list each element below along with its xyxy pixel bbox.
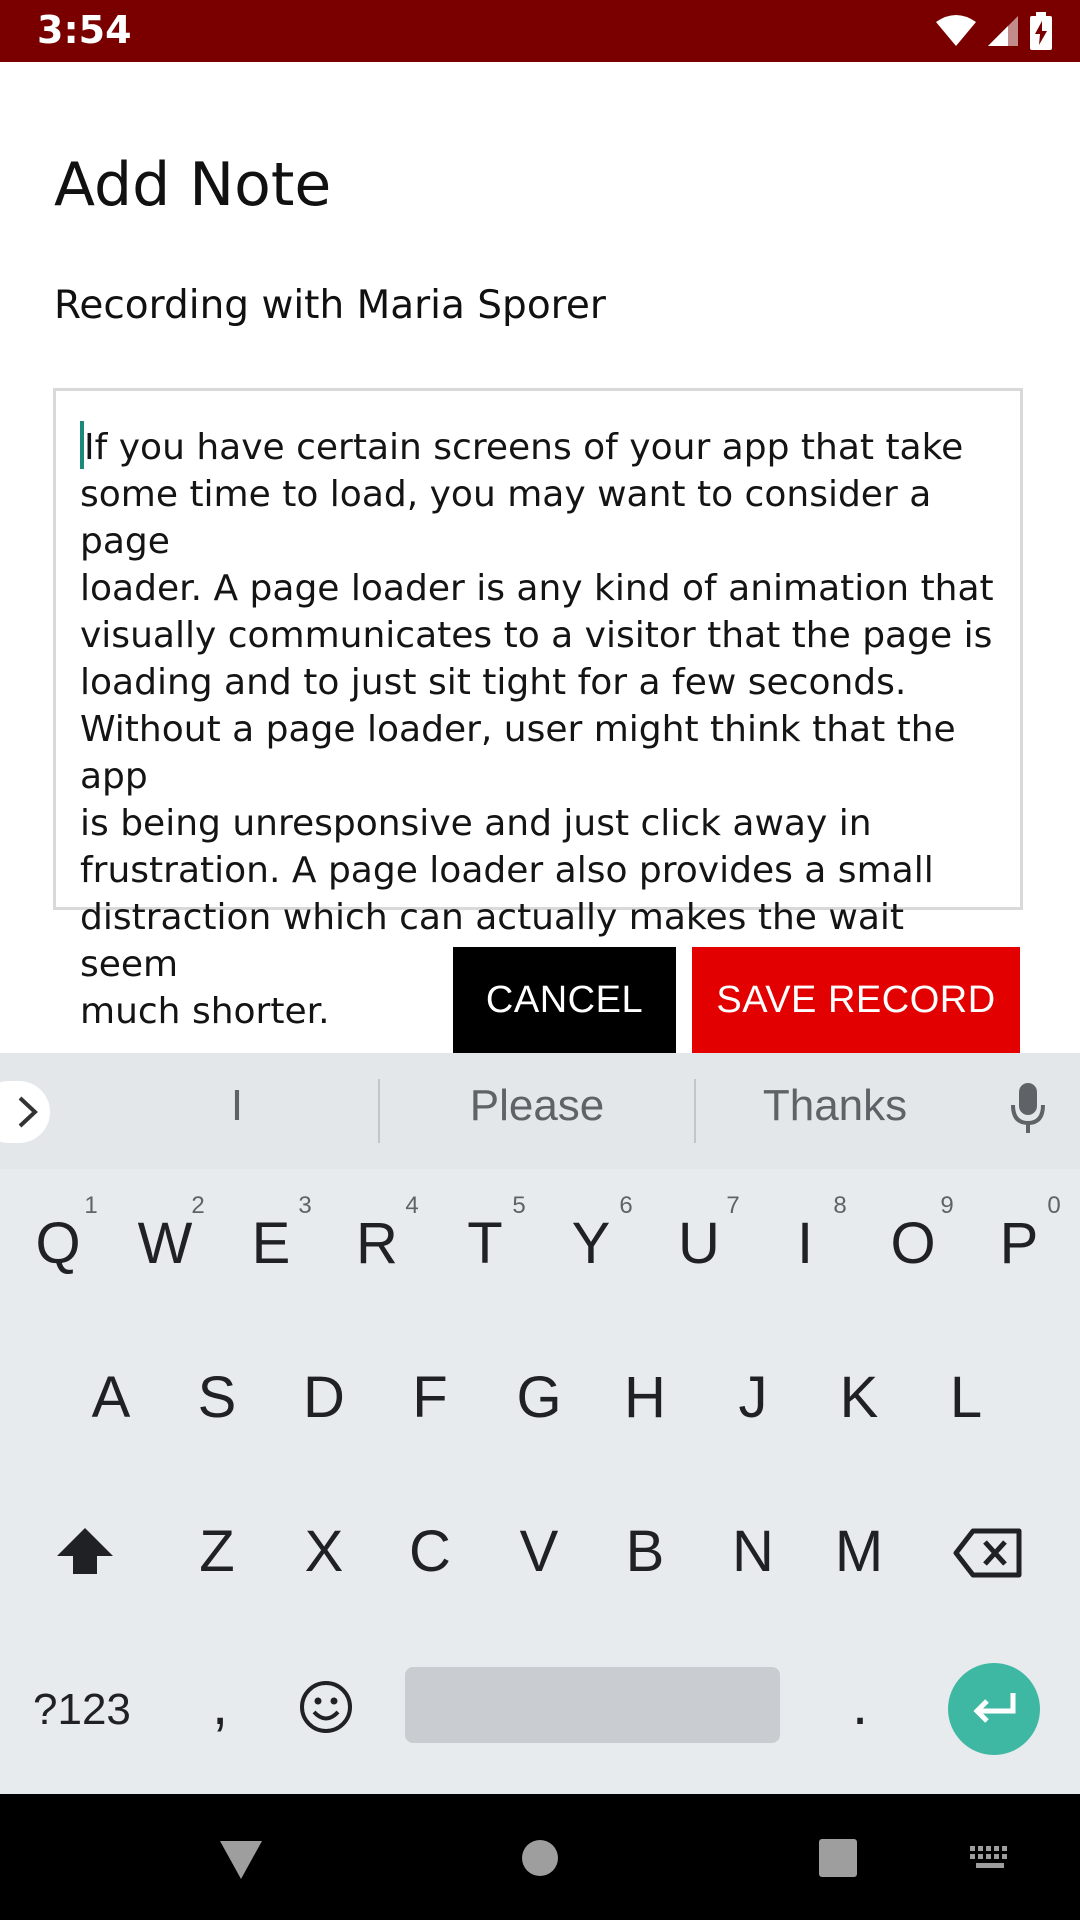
key-m[interactable]: M [814, 1518, 904, 1585]
key-comma[interactable]: , [175, 1671, 265, 1738]
key-t[interactable]: T [440, 1210, 530, 1277]
hint-0: 0 [1047, 1192, 1061, 1219]
key-b[interactable]: B [600, 1518, 690, 1585]
key-f[interactable]: F [385, 1364, 475, 1431]
note-textarea[interactable]: If you have certain screens of your app … [53, 388, 1023, 1032]
back-icon[interactable] [218, 1839, 264, 1881]
suggestion-divider [378, 1079, 380, 1143]
note-text[interactable]: If you have certain screens of your app … [80, 421, 1010, 1035]
status-bar: 3:54 [0, 0, 1080, 62]
microphone-icon[interactable] [1010, 1083, 1046, 1140]
suggestion-2[interactable]: Please [437, 1081, 637, 1131]
keyboard-switch-icon[interactable] [968, 1844, 1012, 1872]
key-s[interactable]: S [172, 1364, 262, 1431]
key-q[interactable]: Q [13, 1210, 103, 1277]
key-p[interactable]: P [974, 1210, 1064, 1277]
chevron-right-icon [18, 1096, 38, 1128]
key-o[interactable]: O [868, 1210, 958, 1277]
key-w[interactable]: W [120, 1210, 210, 1277]
hint-1: 1 [84, 1192, 98, 1219]
hint-8: 8 [833, 1192, 847, 1219]
shift-key[interactable] [40, 1523, 130, 1590]
key-l[interactable]: L [921, 1364, 1011, 1431]
dialog-title: Add Note [54, 150, 332, 220]
key-a[interactable]: A [66, 1364, 156, 1431]
key-y[interactable]: Y [546, 1210, 636, 1277]
key-i[interactable]: I [760, 1210, 850, 1277]
hint-5: 5 [512, 1192, 526, 1219]
hint-2: 2 [191, 1192, 205, 1219]
key-r[interactable]: R [332, 1210, 422, 1277]
hint-6: 6 [619, 1192, 633, 1219]
battery-icon [1030, 12, 1052, 50]
emoji-icon [300, 1681, 352, 1733]
shift-icon [57, 1528, 113, 1574]
suggestion-divider [694, 1079, 696, 1143]
recents-icon[interactable] [818, 1838, 858, 1878]
backspace-key[interactable] [948, 1525, 1028, 1592]
hint-4: 4 [405, 1192, 419, 1219]
key-k[interactable]: K [814, 1364, 904, 1431]
home-icon[interactable] [520, 1838, 560, 1878]
key-z[interactable]: Z [172, 1518, 262, 1585]
key-g[interactable]: G [494, 1364, 584, 1431]
key-v[interactable]: V [494, 1518, 584, 1585]
spacebar[interactable] [405, 1667, 780, 1743]
key-x[interactable]: X [279, 1518, 369, 1585]
wifi-icon [936, 15, 976, 46]
symbols-key[interactable]: ?123 [33, 1685, 131, 1735]
note-content: If you have certain screens of your app … [80, 427, 994, 1032]
suggestion-3[interactable]: Thanks [735, 1081, 935, 1131]
dialog-subtitle: Recording with Maria Sporer [54, 283, 606, 328]
suggestion-1[interactable]: I [187, 1081, 287, 1131]
cancel-button[interactable]: CANCEL [453, 947, 676, 1053]
key-j[interactable]: J [708, 1364, 798, 1431]
signal-icon [988, 16, 1018, 46]
hint-3: 3 [298, 1192, 312, 1219]
suggestion-strip: I Please Thanks [0, 1053, 1080, 1169]
hint-9: 9 [940, 1192, 954, 1219]
hint-7: 7 [726, 1192, 740, 1219]
status-icons [936, 12, 1052, 50]
key-h[interactable]: H [600, 1364, 690, 1431]
soft-keyboard: I Please Thanks Q W E R T Y U I O P 1 2 … [0, 1053, 1080, 1794]
key-e[interactable]: E [226, 1210, 316, 1277]
enter-icon [973, 1693, 1016, 1723]
key-d[interactable]: D [279, 1364, 369, 1431]
backspace-icon [953, 1528, 1022, 1578]
save-record-button[interactable]: SAVE RECORD [692, 947, 1020, 1053]
key-u[interactable]: U [654, 1210, 744, 1277]
emoji-key[interactable] [296, 1679, 356, 1749]
enter-key[interactable] [948, 1663, 1040, 1755]
key-c[interactable]: C [385, 1518, 475, 1585]
key-period[interactable]: . [815, 1671, 905, 1738]
key-n[interactable]: N [708, 1518, 798, 1585]
expand-suggestions-button[interactable] [0, 1081, 50, 1143]
status-time: 3:54 [37, 8, 132, 52]
navigation-bar [0, 1794, 1080, 1920]
